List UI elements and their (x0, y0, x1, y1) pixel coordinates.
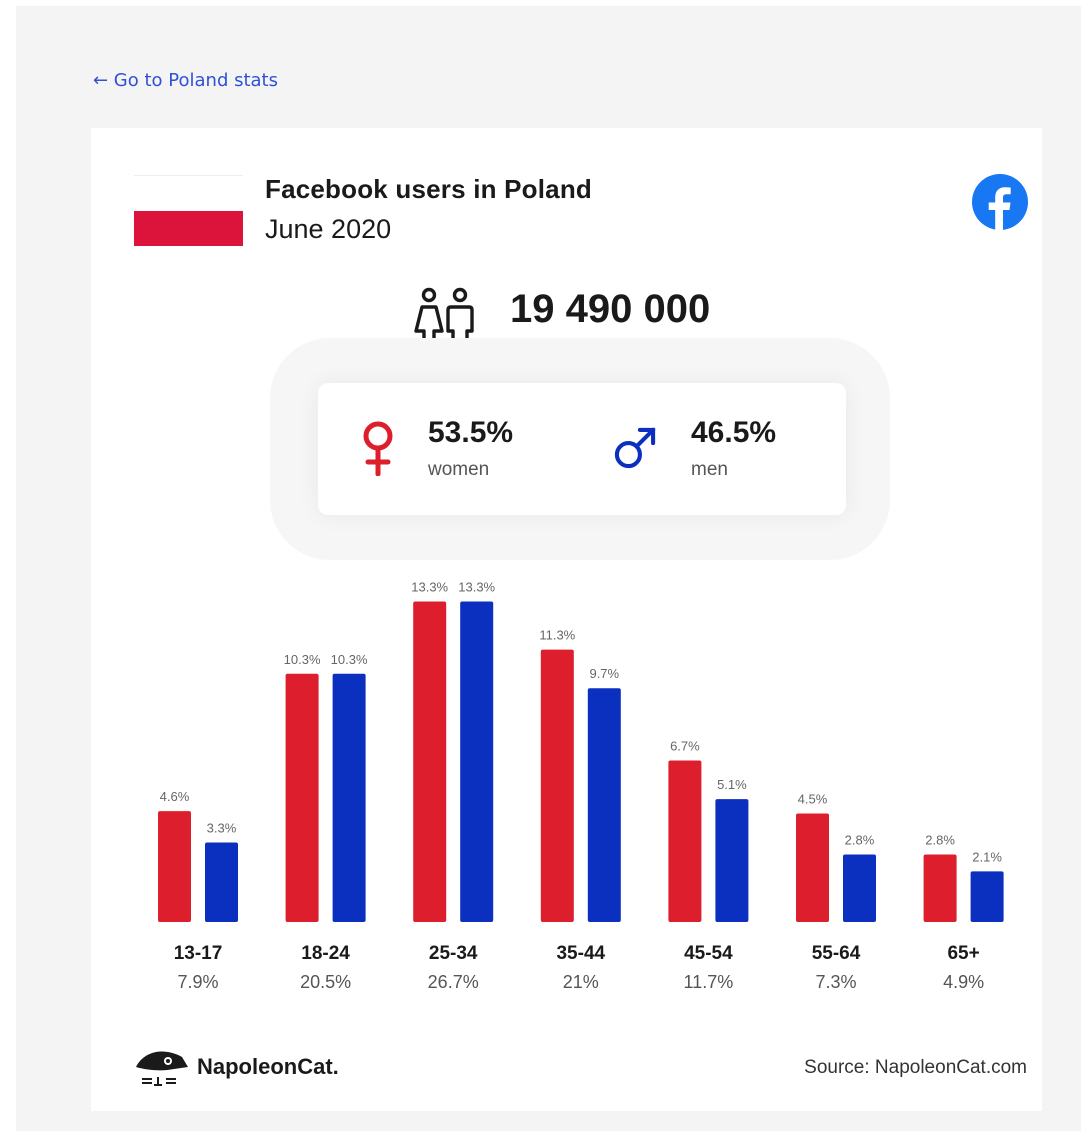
women-percent: 53.5% (428, 416, 514, 449)
men-percent: 46.5% (691, 416, 777, 449)
flag-red-stripe (134, 211, 243, 246)
men-label: men (691, 459, 728, 480)
flag-white-stripe (134, 175, 243, 211)
napoleoncat-icon (136, 1051, 188, 1086)
chart-subtitle: June 2020 (265, 214, 392, 244)
female-icon (363, 421, 393, 476)
source-label: Source: NapoleonCat.com (804, 1057, 1027, 1078)
women-label: women (428, 459, 490, 480)
total-users: 19 490 000 (510, 287, 711, 331)
male-icon (614, 427, 656, 469)
poland-flag (134, 175, 243, 246)
napoleoncat-brand-name: NapoleonCat. (197, 1054, 339, 1079)
chart-title: Facebook users in Poland (265, 174, 592, 204)
infographic-card (91, 128, 1042, 1111)
back-to-poland-stats-link[interactable]: ← Go to Poland stats (93, 70, 278, 91)
facebook-icon (972, 174, 1028, 230)
